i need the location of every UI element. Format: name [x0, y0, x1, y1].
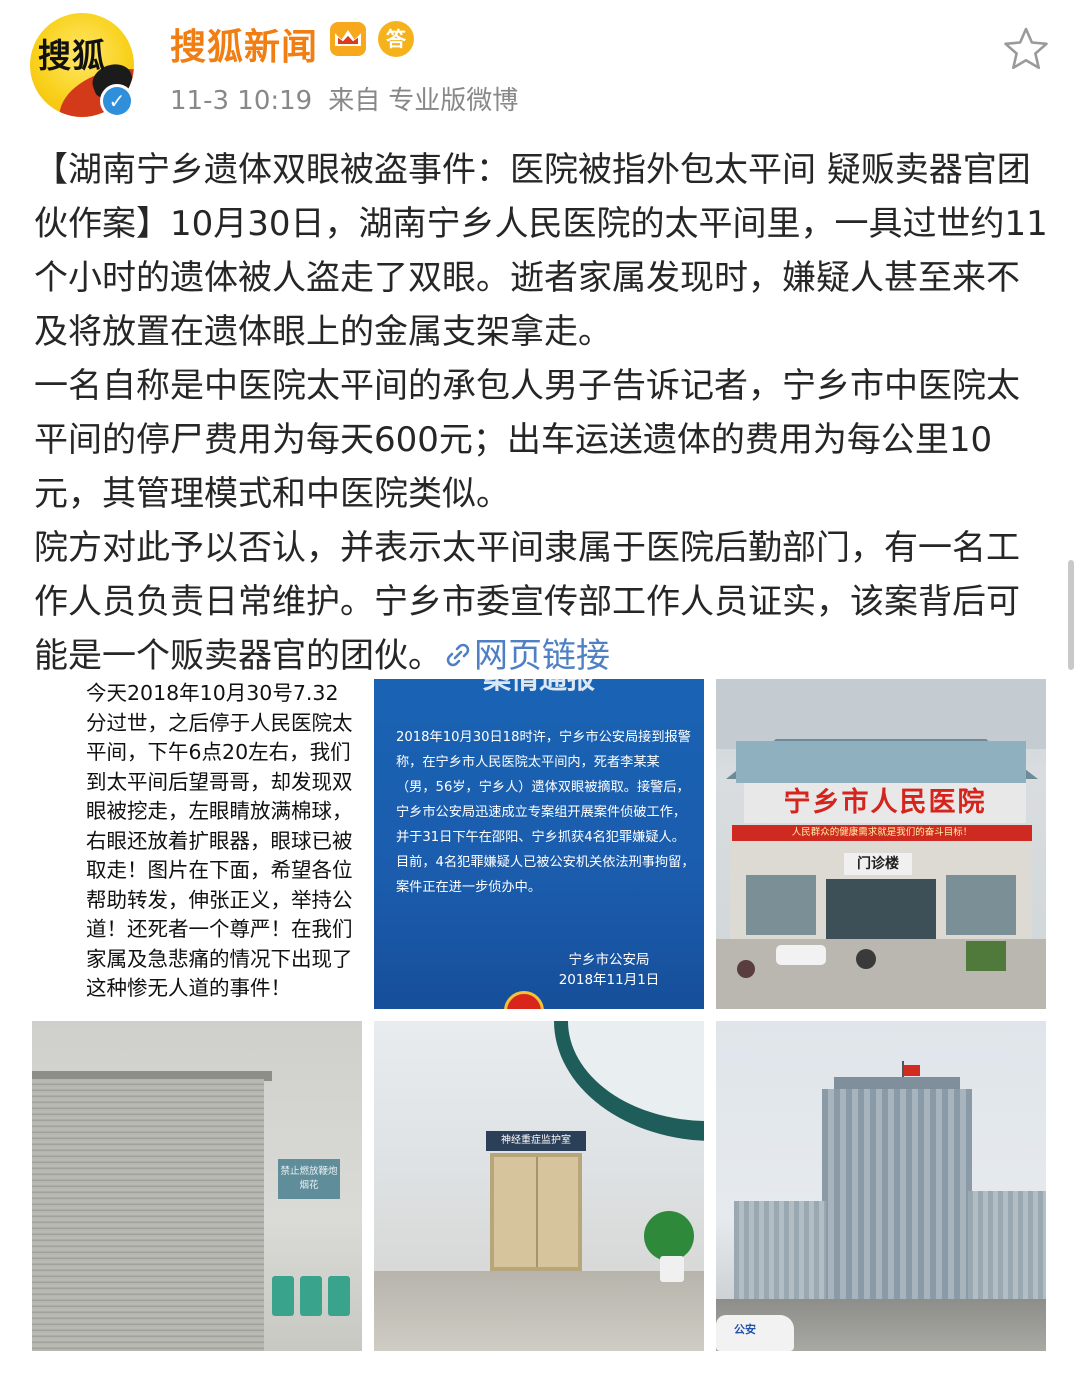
green-seat — [272, 1276, 294, 1316]
post-time: 11-3 10:19 — [170, 86, 313, 116]
image-2-date: 2018年11月1日 — [558, 972, 660, 988]
post-source[interactable]: 专业版微博 — [388, 86, 518, 116]
image-2-signer: 宁乡市公安局 — [568, 952, 650, 968]
image-5-lintel: 神经重症监护室 — [486, 1131, 586, 1151]
avatar-logo-text: 搜狐 — [38, 36, 106, 75]
image-3-banner: 人民群众的健康需求就是我们的奋斗目标！ — [732, 825, 1032, 841]
crown-badge-icon[interactable] — [330, 22, 366, 56]
left-wing — [734, 1201, 826, 1301]
web-link[interactable]: 网页链接 — [442, 636, 610, 676]
police-emblem-icon — [504, 991, 544, 1009]
hospital-scene — [716, 679, 1046, 1009]
image-grid: 今天2018年10月30号7.32分过世，之后停于人民医院太平间，下午6点20左… — [32, 679, 1048, 1351]
ward-doors — [490, 1153, 582, 1271]
post-paragraph-3: 院方对此予以否认，并表示太平间隶属于医院后勤部门，有一名工作人员负责日常维护。宁… — [34, 521, 1050, 683]
potted-plant — [644, 1211, 694, 1261]
star-icon[interactable] — [1003, 26, 1049, 72]
web-link-label: 网页链接 — [474, 636, 610, 676]
scrollbar[interactable] — [1068, 560, 1074, 670]
image-3-door-sign: 门诊楼 — [844, 853, 912, 875]
right-wing — [968, 1191, 1046, 1301]
post-meta: 11-3 10:19 来自 专业版微博 — [170, 80, 534, 117]
post-body: 【湖南宁乡遗体双眼被盗事件：医院被指外包太平间 疑贩卖器官团伙作案】10月30日… — [34, 143, 1050, 683]
source-prefix: 来自 — [328, 86, 381, 116]
image-hospital-building[interactable]: 宁乡市人民医院 人民群众的健康需求就是我们的奋斗目标！ 门诊楼 — [716, 679, 1046, 1009]
green-seat — [300, 1276, 322, 1316]
post-header: 搜狐 ✓ 搜狐新闻 答 11-3 10:19 来自 专业版微博 — [0, 0, 1080, 140]
image-text-screenshot[interactable]: 今天2018年10月30号7.32分过世，之后停于人民医院太平间，下午6点20左… — [32, 679, 362, 1009]
post-paragraph-1: 【湖南宁乡遗体双眼被盗事件：医院被指外包太平间 疑贩卖器官团伙作案】10月30日… — [34, 150, 1048, 352]
username[interactable]: 搜狐新闻 — [170, 18, 318, 70]
green-seat — [328, 1276, 350, 1316]
flag — [904, 1065, 920, 1076]
image-6-car-text: 公安 — [734, 1323, 756, 1336]
verified-icon: ✓ — [100, 84, 134, 118]
image-1-text: 今天2018年10月30号7.32分过世，之后停于人民医院太平间，下午6点20左… — [86, 681, 353, 1000]
plant-pot — [660, 1256, 684, 1282]
ceiling-arch-inner — [568, 1021, 704, 1121]
image-4-plaque: 禁止燃放鞭炮烟花 — [278, 1159, 340, 1199]
image-morgue-shutter[interactable]: 禁止燃放鞭炮烟花 — [32, 1021, 362, 1351]
post-paragraph-2: 一名自称是中医院太平间的承包人男子告诉记者，宁乡市中医院太平间的停尸费用为每天6… — [34, 366, 1020, 514]
rolling-shutter — [32, 1079, 264, 1351]
image-police-notice[interactable]: 案情通报 2018年10月30日18时许，宁乡市公安局接到报警称，在宁乡市人民医… — [374, 679, 704, 1009]
main-tower — [822, 1089, 972, 1309]
image-government-building[interactable]: 公安 — [716, 1021, 1046, 1351]
answer-badge-icon[interactable]: 答 — [378, 21, 414, 57]
image-icu-corridor[interactable]: 神经重症监护室 — [374, 1021, 704, 1351]
link-icon — [446, 643, 470, 667]
image-2-signature: 宁乡市公安局 2018年11月1日 — [524, 950, 694, 990]
image-2-heading: 案情通报 — [374, 679, 704, 697]
image-3-sign: 宁乡市人民医院 — [744, 783, 1026, 823]
floor — [374, 1271, 704, 1351]
image-2-text: 2018年10月30日18时许，宁乡市公安局接到报警称，在宁乡市人民医院太平间内… — [396, 730, 695, 895]
